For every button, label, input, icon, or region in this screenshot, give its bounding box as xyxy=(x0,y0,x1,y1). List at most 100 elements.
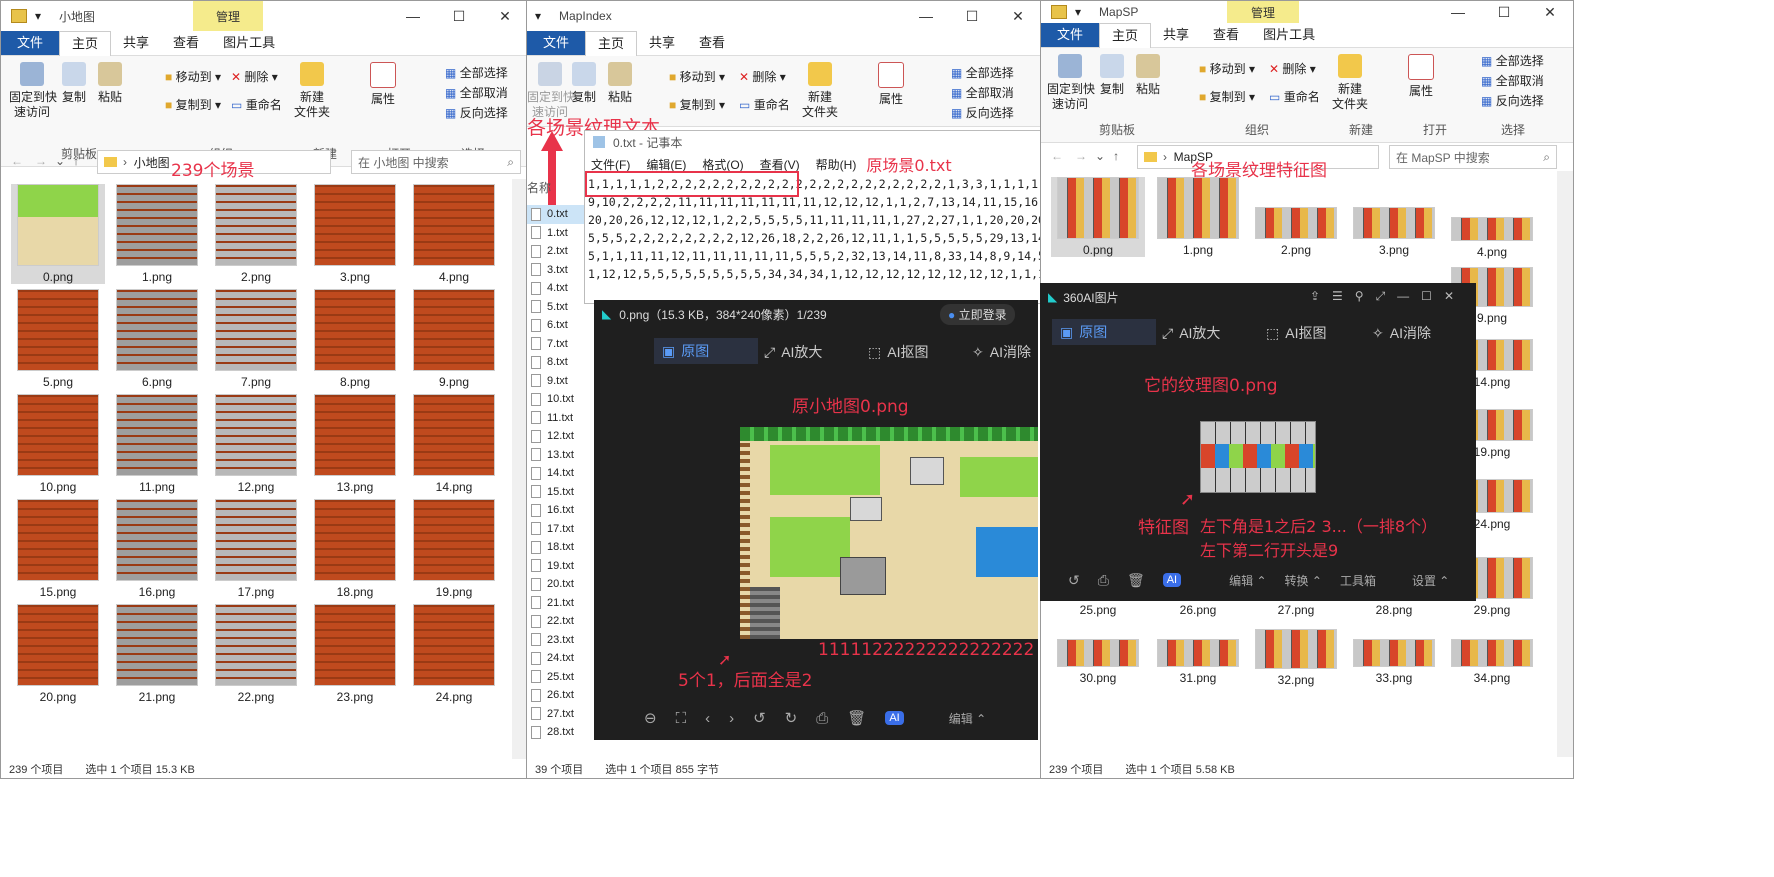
list-item[interactable]: 11.txt xyxy=(527,409,587,428)
up-icon[interactable]: ↑ xyxy=(1113,149,1119,163)
properties-button[interactable]: 属性 xyxy=(875,62,907,107)
dropdown-icon[interactable]: ▾ xyxy=(1075,5,1081,19)
move-to-button[interactable]: ■ 移动到 ▾ xyxy=(1199,62,1255,77)
list-item[interactable]: 5.txt xyxy=(527,298,587,317)
tab-ai-upscale[interactable]: ⤢ AI放大 xyxy=(764,342,822,362)
thumbnail-item[interactable]: 9.png xyxy=(407,289,501,389)
thumbnail-item[interactable]: 2.png xyxy=(209,184,303,284)
new-folder-button[interactable]: 新建 文件夹 xyxy=(291,62,333,120)
tab-view[interactable]: 查看 xyxy=(687,31,737,55)
thumbnail-item[interactable]: 0.png xyxy=(11,184,105,284)
copy-to-button[interactable]: ■ 复制到 ▾ xyxy=(165,98,221,113)
chevron-down-icon[interactable]: ⌄ xyxy=(55,154,65,168)
thumbnail-item[interactable]: 6.png xyxy=(110,289,204,389)
thumbnail-item[interactable]: 13.png xyxy=(308,394,402,494)
tab-ai-cutout[interactable]: ⬚ AI抠图 xyxy=(1266,323,1326,343)
search-input[interactable]: 在 小地图 中搜索 ⌕ xyxy=(351,150,521,174)
list-item[interactable]: 20.txt xyxy=(527,575,587,594)
rename-button[interactable]: ▭ 重命名 xyxy=(739,98,790,113)
print-icon[interactable]: ⎙ xyxy=(1098,572,1109,589)
paste-button[interactable]: 粘贴 xyxy=(605,62,635,105)
thumbnail-item[interactable]: 14.png xyxy=(407,394,501,494)
thumbnail-item[interactable]: 16.png xyxy=(110,499,204,599)
list-item[interactable]: 8.txt xyxy=(527,353,587,372)
chevron-down-icon[interactable]: ⌄ xyxy=(1095,149,1105,163)
trash-icon[interactable]: 🗑 xyxy=(847,709,866,727)
thumbnail-item[interactable]: 21.png xyxy=(110,604,204,704)
list-item[interactable]: 2.txt xyxy=(527,242,587,261)
list-item[interactable]: 7.txt xyxy=(527,335,587,354)
tab-view[interactable]: 查看 xyxy=(161,31,211,55)
select-all-button[interactable]: ▦ 全部选择 xyxy=(1481,54,1544,69)
thumbnail-item[interactable]: 10.png xyxy=(11,394,105,494)
tab-picture-tools[interactable]: 图片工具 xyxy=(1251,23,1327,47)
rotate-right-icon[interactable]: ↻ xyxy=(785,709,798,727)
minimize-button[interactable]: — xyxy=(390,1,436,31)
new-folder-button[interactable]: 新建 文件夹 xyxy=(1329,54,1371,112)
thumbnail-item[interactable]: 17.png xyxy=(209,499,303,599)
dropdown-icon[interactable]: ▾ xyxy=(535,9,541,23)
menu-file[interactable]: 文件(F) xyxy=(591,156,630,173)
zoom-out-icon[interactable]: ⊖ xyxy=(644,709,657,727)
list-item[interactable]: 28.txt xyxy=(527,723,587,742)
back-icon[interactable]: ← xyxy=(11,154,23,168)
up-icon[interactable]: ↑ xyxy=(73,154,79,168)
list-item[interactable]: 21.txt xyxy=(527,594,587,613)
forward-icon[interactable]: → xyxy=(35,154,47,168)
list-item[interactable]: 24.txt xyxy=(527,649,587,668)
list-item[interactable]: 26.txt xyxy=(527,686,587,705)
tab-view[interactable]: 查看 xyxy=(1201,23,1251,47)
thumbnail-item[interactable]: 7.png xyxy=(209,289,303,389)
rotate-icon[interactable]: ↺ xyxy=(1068,572,1080,589)
list-item[interactable]: 12.txt xyxy=(527,427,587,446)
list-item[interactable]: 19.txt xyxy=(527,557,587,576)
select-none-button[interactable]: ▦ 全部取消 xyxy=(1481,74,1544,89)
move-to-button[interactable]: ■ 移动到 ▾ xyxy=(669,70,725,85)
settings-button[interactable]: 设置 ⌃ xyxy=(1412,572,1449,589)
thumbnail-item[interactable]: 23.png xyxy=(308,604,402,704)
tab-home[interactable]: 主页 xyxy=(1099,22,1152,48)
invert-selection-button[interactable]: ▦ 反向选择 xyxy=(951,106,1014,121)
column-header-name[interactable]: 名称 xyxy=(527,179,551,196)
minimize-button[interactable]: — xyxy=(1435,1,1481,23)
list-item[interactable]: 10.txt xyxy=(527,390,587,409)
rename-button[interactable]: ▭ 重命名 xyxy=(231,98,282,113)
thumbnail-item[interactable]: 8.png xyxy=(308,289,402,389)
list-item[interactable]: 23.txt xyxy=(527,631,587,650)
tab-file[interactable]: 文件 xyxy=(1,31,60,55)
list-item[interactable]: 0.txt xyxy=(527,205,587,224)
close-button[interactable]: ✕ xyxy=(1527,1,1573,23)
thumbnail-item[interactable]: 2.png xyxy=(1249,207,1343,257)
pin-button[interactable]: 固定到快 速访问 xyxy=(527,62,575,120)
thumbnail-item[interactable]: 3.png xyxy=(1347,207,1441,257)
maximize-button[interactable]: ☐ xyxy=(949,1,995,31)
thumbnail-item[interactable]: 20.png xyxy=(11,604,105,704)
edit-button[interactable]: 编辑 ⌃ xyxy=(1229,572,1266,589)
list-item[interactable]: 14.txt xyxy=(527,464,587,483)
tab-original[interactable]: ▣ 原图 xyxy=(654,338,758,364)
pin-button[interactable]: 固定到快 速访问 xyxy=(1047,54,1095,112)
list-item[interactable]: 25.txt xyxy=(527,668,587,687)
invert-selection-button[interactable]: ▦ 反向选择 xyxy=(1481,94,1544,109)
list-item[interactable]: 9.txt xyxy=(527,372,587,391)
thumbnail-item[interactable]: 1.png xyxy=(110,184,204,284)
menu-help[interactable]: 帮助(H) xyxy=(816,156,857,173)
thumbnail-item[interactable]: 18.png xyxy=(308,499,402,599)
menu-format[interactable]: 格式(O) xyxy=(702,156,743,173)
thumbnail-item[interactable]: 24.png xyxy=(407,604,501,704)
delete-button[interactable]: ✕ 删除 ▾ xyxy=(231,70,278,85)
thumbnail-item[interactable]: 22.png xyxy=(209,604,303,704)
maximize-button[interactable]: ☐ xyxy=(1481,1,1527,23)
list-item[interactable]: 6.txt xyxy=(527,316,587,335)
thumbnail-item[interactable]: 0.png xyxy=(1051,177,1145,257)
tab-share[interactable]: 共享 xyxy=(111,31,161,55)
thumbnail-item[interactable]: 31.png xyxy=(1151,639,1245,685)
next-icon[interactable]: › xyxy=(729,710,734,727)
copy-button[interactable]: 复制 xyxy=(59,62,89,105)
tab-manage[interactable]: 管理 xyxy=(193,1,263,31)
trash-icon[interactable]: 🗑 xyxy=(1127,572,1145,589)
select-none-button[interactable]: ▦ 全部取消 xyxy=(951,86,1014,101)
ai-button[interactable]: AI xyxy=(1162,573,1182,587)
move-to-button[interactable]: ■ 移动到 ▾ xyxy=(165,70,221,85)
pin-button[interactable]: 固定到快 速访问 xyxy=(9,62,57,120)
